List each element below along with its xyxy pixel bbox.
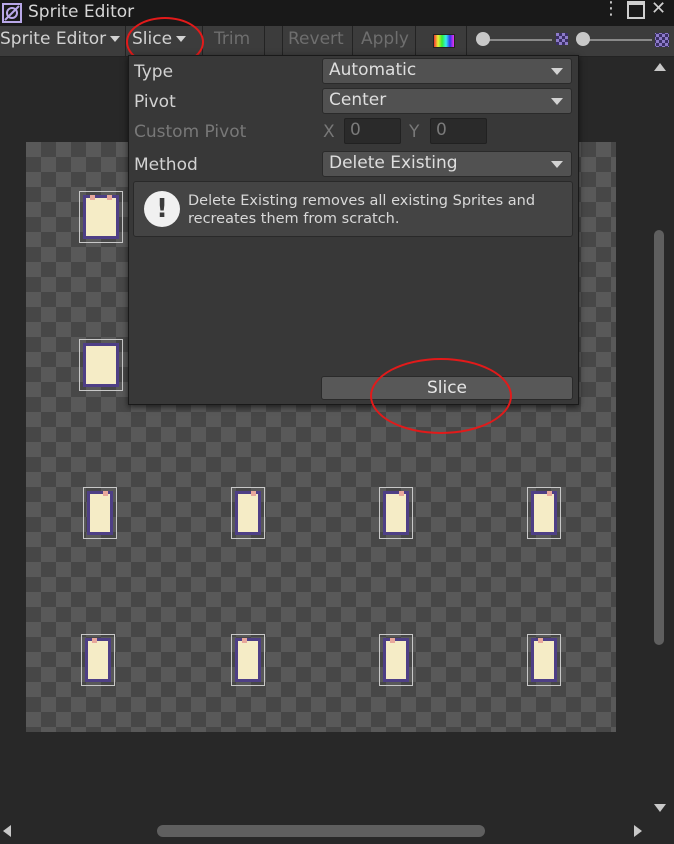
sprite-rect[interactable] bbox=[81, 634, 115, 686]
sprite-detail bbox=[399, 491, 404, 496]
info-icon: ! bbox=[144, 191, 180, 227]
kebab-menu-icon[interactable]: ⋮ bbox=[602, 0, 620, 19]
sprite-rect[interactable] bbox=[527, 634, 561, 686]
sprite-image bbox=[531, 491, 557, 535]
divider bbox=[282, 26, 283, 56]
texture-small-icon bbox=[556, 33, 568, 45]
sprite-detail bbox=[538, 638, 543, 643]
window-title: Sprite Editor bbox=[28, 2, 135, 22]
sprite-detail bbox=[107, 195, 112, 200]
sprite-rect[interactable] bbox=[231, 634, 265, 686]
custom-pivot-x-label: X bbox=[323, 122, 335, 142]
trim-button[interactable]: Trim bbox=[214, 29, 250, 49]
maximize-icon[interactable] bbox=[627, 1, 645, 19]
sprite-rect[interactable] bbox=[527, 487, 561, 539]
sprite-image bbox=[383, 638, 409, 682]
zoom-slider-handle[interactable] bbox=[476, 32, 490, 46]
scroll-down-icon[interactable] bbox=[654, 804, 666, 812]
method-dropdown-value: Delete Existing bbox=[329, 153, 458, 173]
type-dropdown-value: Automatic bbox=[329, 60, 417, 80]
divider bbox=[466, 26, 467, 56]
pivot-dropdown-value: Center bbox=[329, 90, 387, 110]
scroll-up-icon[interactable] bbox=[654, 63, 666, 71]
vertical-scroll-thumb[interactable] bbox=[654, 230, 664, 645]
divider bbox=[352, 26, 353, 56]
custom-pivot-x-value: 0 bbox=[350, 120, 361, 140]
pivot-label: Pivot bbox=[134, 92, 176, 112]
sprite-image bbox=[83, 343, 119, 387]
custom-pivot-x-field[interactable]: 0 bbox=[344, 118, 401, 144]
sprite-rect[interactable] bbox=[83, 487, 117, 539]
chevron-down-icon bbox=[110, 36, 121, 42]
sprite-rect[interactable] bbox=[231, 487, 265, 539]
sprite-editor-icon bbox=[2, 3, 22, 23]
sprite-detail bbox=[92, 638, 97, 643]
scroll-right-icon[interactable] bbox=[634, 825, 642, 837]
sprite-detail bbox=[103, 491, 108, 496]
help-text: Delete Existing removes all existing Spr… bbox=[188, 193, 536, 227]
custom-pivot-y-label: Y bbox=[409, 122, 420, 142]
type-dropdown[interactable]: Automatic bbox=[322, 58, 572, 84]
custom-pivot-y-value: 0 bbox=[436, 120, 447, 140]
sprite-image bbox=[87, 491, 113, 535]
slice-popup: Type Automatic Pivot Center Custom Pivot… bbox=[128, 55, 579, 405]
method-label: Method bbox=[134, 155, 198, 175]
sprite-rect[interactable] bbox=[379, 487, 413, 539]
revert-button[interactable]: Revert bbox=[288, 29, 344, 49]
mip-slider-handle[interactable] bbox=[576, 32, 590, 46]
sprite-detail bbox=[547, 491, 552, 496]
zoom-slider-track bbox=[484, 39, 552, 41]
pivot-dropdown[interactable]: Center bbox=[322, 88, 572, 114]
mip-slider-track bbox=[582, 39, 652, 41]
sprite-detail bbox=[90, 195, 95, 200]
sprite-detail bbox=[251, 491, 256, 496]
sprite-image bbox=[235, 491, 261, 535]
custom-pivot-y-field[interactable]: 0 bbox=[430, 118, 487, 144]
horizontal-scroll-thumb[interactable] bbox=[157, 825, 485, 837]
mode-dropdown[interactable]: Sprite Editor bbox=[0, 29, 121, 49]
mode-dropdown-label: Sprite Editor bbox=[0, 29, 107, 49]
sprite-image bbox=[235, 638, 261, 682]
divider bbox=[415, 26, 416, 56]
toolbar: Sprite Editor Slice Trim Revert Apply bbox=[0, 26, 674, 57]
texture-large-icon bbox=[655, 33, 669, 47]
sprite-image bbox=[383, 491, 409, 535]
method-dropdown[interactable]: Delete Existing bbox=[322, 151, 572, 177]
chevron-down-icon bbox=[551, 161, 563, 168]
help-box: ! Delete Existing removes all existing S… bbox=[133, 181, 573, 237]
sprite-detail bbox=[390, 638, 395, 643]
type-label: Type bbox=[134, 62, 174, 82]
sprite-image bbox=[531, 638, 557, 682]
title-bar: Sprite Editor ⋮ ✕ bbox=[0, 0, 674, 26]
chevron-down-icon bbox=[551, 98, 563, 105]
divider bbox=[264, 26, 265, 56]
apply-button[interactable]: Apply bbox=[361, 29, 409, 49]
highlight-ellipse-slice-button bbox=[370, 358, 512, 434]
close-icon[interactable]: ✕ bbox=[651, 0, 666, 19]
sprite-image bbox=[85, 638, 111, 682]
rgb-channel-icon[interactable] bbox=[433, 34, 455, 48]
custom-pivot-label: Custom Pivot bbox=[134, 122, 247, 142]
sprite-rect[interactable] bbox=[79, 191, 123, 243]
chevron-down-icon bbox=[551, 68, 563, 75]
sprite-image bbox=[83, 195, 119, 239]
sprite-rect[interactable] bbox=[79, 339, 123, 391]
sprite-rect[interactable] bbox=[379, 634, 413, 686]
scroll-left-icon[interactable] bbox=[3, 825, 11, 837]
sprite-detail bbox=[242, 638, 247, 643]
